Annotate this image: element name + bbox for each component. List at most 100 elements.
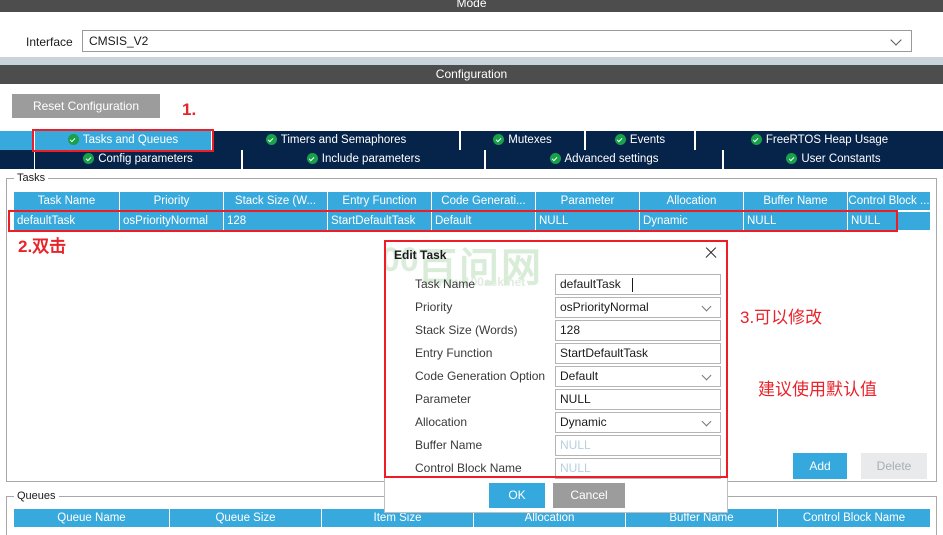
tab-user-constants[interactable]: User Constants [723, 150, 943, 169]
annotation-step-2: 2.双击 [18, 237, 67, 256]
field-placeholder: NULL [560, 461, 591, 475]
field-value: NULL [560, 392, 591, 406]
tasks-group-title: Tasks [14, 172, 49, 184]
tab-label: FreeRTOS Heap Usage [765, 134, 889, 146]
field-parameter: Parameter NULL [385, 388, 727, 411]
text-caret [632, 278, 633, 292]
cell-parameter: NULL [536, 212, 640, 230]
tasks-table-header: Task Name Priority Stack Size (W... Entr… [14, 192, 930, 210]
tasks-col-control-block[interactable]: Control Block ... [848, 192, 930, 210]
chevron-down-icon [703, 303, 713, 313]
cancel-button[interactable]: Cancel [553, 483, 625, 508]
cell-control-block-name: NULL [848, 212, 930, 230]
task-name-input[interactable]: defaultTask [555, 274, 721, 295]
mode-title: Mode [456, 0, 487, 10]
tab-advanced-settings[interactable]: Advanced settings [485, 150, 723, 169]
control-block-name-input[interactable]: NULL [555, 458, 721, 479]
allocation-select[interactable]: Dynamic [555, 412, 721, 433]
check-circle-icon [493, 134, 505, 145]
field-label: Buffer Name [415, 438, 483, 452]
check-circle-icon [265, 134, 277, 145]
field-priority: Priority osPriorityNormal [385, 296, 727, 319]
field-label: Entry Function [415, 346, 493, 360]
tab-config-parameters[interactable]: Config parameters [34, 150, 242, 169]
delete-task-button: Delete [861, 453, 927, 479]
field-control-block-name: Control Block Name NULL [385, 457, 727, 480]
cell-entry-function: StartDefaultTask [328, 212, 432, 230]
interface-label: Interface [26, 35, 73, 49]
dialog-title: Edit Task [394, 248, 447, 262]
tab-label: Events [629, 134, 666, 146]
tasks-col-code-generation[interactable]: Code Generati... [432, 192, 536, 210]
field-allocation: Allocation Dynamic [385, 411, 727, 434]
chevron-down-icon [703, 418, 713, 428]
ok-button[interactable]: OK [489, 483, 545, 508]
annotation-step-1: 1. [182, 100, 197, 119]
queues-col-control-block-name[interactable]: Control Block Name [778, 509, 930, 527]
close-icon[interactable] [703, 245, 719, 261]
tasks-col-parameter[interactable]: Parameter [536, 192, 640, 210]
priority-select[interactable]: osPriorityNormal [555, 297, 721, 318]
edit-task-dialog: 00 百问网 www.100ask.net Edit Task Task Nam… [385, 241, 727, 512]
field-label: Control Block Name [415, 461, 522, 475]
queues-group-title: Queues [14, 490, 59, 502]
tab-label: Timers and Semaphores [280, 134, 407, 146]
annotation-step-3-line1: 3.可以修改 [740, 308, 823, 327]
add-task-button[interactable]: Add [793, 453, 847, 479]
cell-stack-size: 128 [224, 212, 328, 230]
tab-row-secondary: Config parameters Include parameters Adv… [0, 150, 943, 169]
chevron-down-icon [703, 372, 713, 382]
field-label: Stack Size (Words) [415, 323, 518, 337]
tasks-col-buffer-name[interactable]: Buffer Name [744, 192, 848, 210]
field-task-name: Task Name defaultTask [385, 273, 727, 296]
buffer-name-input[interactable]: NULL [555, 435, 721, 456]
field-value: StartDefaultTask [560, 346, 649, 360]
tasks-col-stack-size[interactable]: Stack Size (W... [224, 192, 328, 210]
check-circle-icon [614, 134, 626, 145]
tab-row-primary: Tasks and Queues Timers and Semaphores M… [0, 131, 943, 150]
tab-label: Advanced settings [564, 153, 659, 165]
reset-configuration-button[interactable]: Reset Configuration [12, 94, 160, 118]
cell-task-name: defaultTask [14, 212, 120, 230]
tab-label: User Constants [801, 153, 881, 165]
field-value: defaultTask [560, 277, 621, 291]
tab-tasks-and-queues[interactable]: Tasks and Queues [34, 131, 212, 150]
check-circle-icon [750, 134, 762, 145]
chevron-down-icon [892, 35, 903, 46]
interface-value: CMSIS_V2 [89, 34, 149, 48]
interface-select[interactable]: CMSIS_V2 [82, 30, 912, 52]
field-code-generation-option: Code Generation Option Default [385, 365, 727, 388]
tab-include-parameters[interactable]: Include parameters [242, 150, 485, 169]
field-label: Allocation [415, 415, 468, 429]
tasks-col-task-name[interactable]: Task Name [14, 192, 120, 210]
cell-buffer-name: NULL [744, 212, 848, 230]
tab-freertos-heap-usage[interactable]: FreeRTOS Heap Usage [695, 131, 943, 150]
stack-size-input[interactable]: 128 [555, 320, 721, 341]
tasks-col-entry-function[interactable]: Entry Function [328, 192, 432, 210]
check-circle-icon [83, 153, 95, 164]
table-row[interactable]: defaultTask osPriorityNormal 128 StartDe… [14, 212, 930, 230]
code-generation-option-select[interactable]: Default [555, 366, 721, 387]
check-circle-icon [306, 153, 318, 164]
annotation-step-3-line2: 建议使用默认值 [758, 380, 877, 399]
check-circle-icon [549, 153, 561, 164]
tasks-col-priority[interactable]: Priority [120, 192, 224, 210]
tab-mutexes[interactable]: Mutexes [460, 131, 585, 150]
field-value: 128 [560, 323, 581, 337]
queues-col-queue-size[interactable]: Queue Size [170, 509, 322, 527]
tab-timers-and-semaphores[interactable]: Timers and Semaphores [212, 131, 460, 150]
queues-col-queue-name[interactable]: Queue Name [14, 509, 170, 527]
tab-label: Tasks and Queues [82, 134, 179, 146]
entry-function-input[interactable]: StartDefaultTask [555, 343, 721, 364]
parameter-input[interactable]: NULL [555, 389, 721, 410]
field-value: Dynamic [560, 415, 607, 429]
panel-divider [0, 57, 943, 65]
field-placeholder: NULL [560, 438, 591, 452]
tasks-col-allocation[interactable]: Allocation [640, 192, 744, 210]
tab-events[interactable]: Events [585, 131, 695, 150]
field-entry-function: Entry Function StartDefaultTask [385, 342, 727, 365]
cell-allocation: Dynamic [640, 212, 744, 230]
field-value: Default [560, 369, 599, 383]
mode-header: Mode [0, 0, 943, 12]
field-stack-size: Stack Size (Words) 128 [385, 319, 727, 342]
